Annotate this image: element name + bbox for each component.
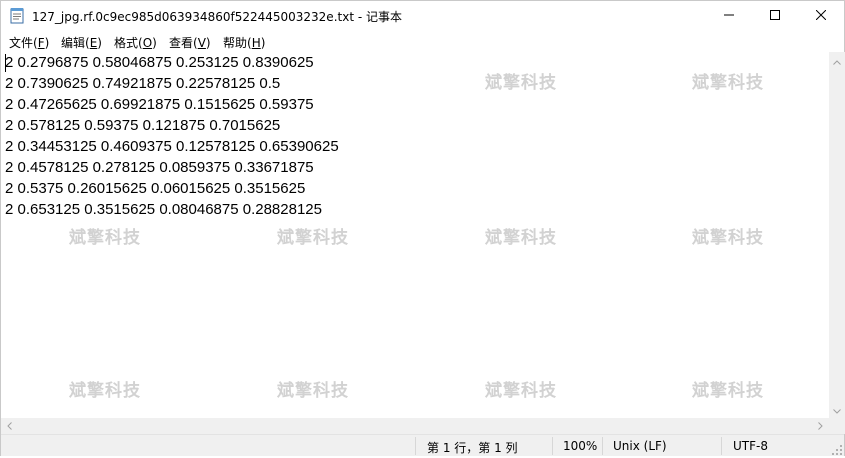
- text-line: 2 0.578125 0.59375 0.121875 0.7015625: [5, 117, 281, 134]
- menu-format[interactable]: 格式(O): [114, 34, 157, 51]
- vertical-scrollbar[interactable]: [829, 52, 845, 418]
- resize-grip-icon[interactable]: [832, 444, 842, 455]
- horizontal-scrollbar[interactable]: [1, 418, 829, 434]
- text-line: 2 0.653125 0.3515625 0.08046875 0.288281…: [5, 201, 322, 218]
- close-button[interactable]: [798, 1, 844, 31]
- watermark: 斌擎科技: [692, 381, 764, 401]
- scroll-down-button[interactable]: [829, 401, 845, 418]
- minimize-icon: [724, 9, 734, 23]
- notepad-window: 127_jpg.rf.0c9ec985d063934860f5224450032…: [0, 0, 845, 456]
- watermark: 斌擎科技: [485, 73, 557, 93]
- watermark: 斌擎科技: [277, 228, 349, 248]
- cursor-position: 第 1 行，第 1 列: [427, 441, 518, 455]
- status-divider: [415, 437, 416, 455]
- maximize-button[interactable]: [752, 1, 798, 31]
- notepad-icon: [9, 7, 25, 24]
- watermark: 斌擎科技: [692, 73, 764, 93]
- menu-help[interactable]: 帮助(H): [223, 34, 265, 51]
- text-line: 2 0.5375 0.26015625 0.06015625 0.3515625: [5, 180, 306, 197]
- minimize-button[interactable]: [706, 1, 752, 31]
- menu-edit[interactable]: 编辑(E): [61, 34, 102, 51]
- status-divider: [721, 437, 722, 455]
- watermark: 斌擎科技: [485, 381, 557, 401]
- scroll-right-button[interactable]: [812, 418, 829, 434]
- watermark: 斌擎科技: [69, 381, 141, 401]
- chevron-up-icon: [833, 54, 841, 68]
- text-line: 2 0.7390625 0.74921875 0.22578125 0.5: [5, 75, 281, 92]
- chevron-left-icon: [7, 419, 12, 433]
- menu-view[interactable]: 查看(V): [169, 34, 211, 51]
- status-divider: [602, 437, 603, 455]
- text-line: 2 0.47265625 0.69921875 0.1515625 0.5937…: [5, 96, 314, 113]
- text-line: 2 0.4578125 0.278125 0.0859375 0.3367187…: [5, 159, 314, 176]
- status-divider: [552, 437, 553, 455]
- scrollbar-corner: [829, 418, 845, 434]
- text-line: 2 0.34453125 0.4609375 0.12578125 0.6539…: [5, 138, 339, 155]
- menu-file[interactable]: 文件(F): [9, 34, 49, 51]
- title-bar: 127_jpg.rf.0c9ec985d063934860f5224450032…: [1, 1, 844, 31]
- maximize-icon: [770, 9, 780, 23]
- chevron-right-icon: [818, 419, 823, 433]
- text-line: 2 0.2796875 0.58046875 0.253125 0.839062…: [5, 54, 314, 71]
- window-title: 127_jpg.rf.0c9ec985d063934860f5224450032…: [32, 10, 402, 24]
- encoding: UTF-8: [733, 439, 768, 453]
- watermark: 斌擎科技: [485, 228, 557, 248]
- menu-bar: 文件(F) 编辑(E) 格式(O) 查看(V) 帮助(H): [1, 32, 844, 51]
- text-editor[interactable]: 斌擎科技 斌擎科技 斌擎科技 斌擎科技 斌擎科技 斌擎科技 斌擎科技 斌擎科技 …: [1, 52, 829, 418]
- watermark: 斌擎科技: [277, 381, 349, 401]
- close-icon: [815, 9, 827, 23]
- chevron-down-icon: [833, 403, 841, 417]
- scroll-up-button[interactable]: [829, 52, 845, 69]
- watermark: 斌擎科技: [692, 228, 764, 248]
- watermark: 斌擎科技: [69, 228, 141, 248]
- line-ending: Unix (LF): [613, 439, 667, 453]
- zoom-level: 100%: [563, 439, 598, 453]
- scroll-left-button[interactable]: [1, 418, 18, 434]
- status-bar: 第 1 行，第 1 列 100% Unix (LF) UTF-8: [1, 434, 844, 456]
